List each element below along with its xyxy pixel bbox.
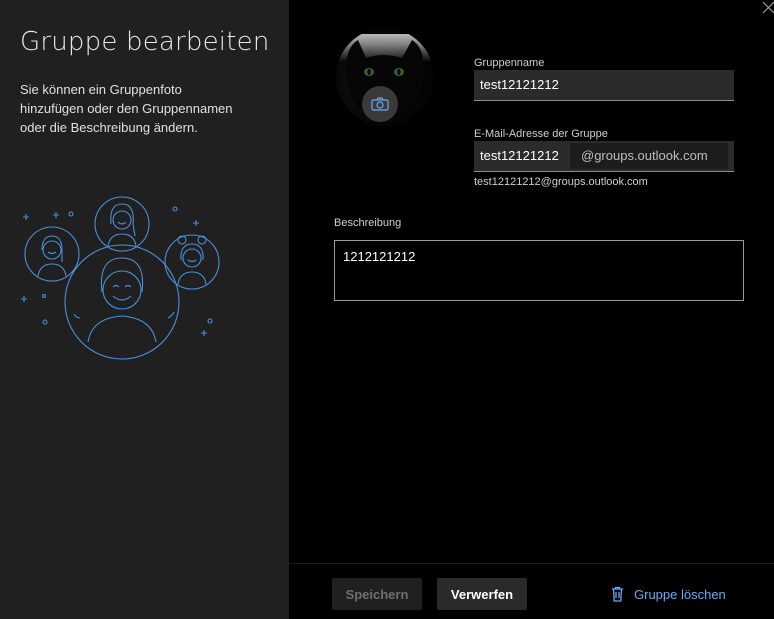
group-email-input[interactable]: test12121212 [480, 148, 559, 163]
dialog-title: Gruppe bearbeiten [20, 27, 270, 57]
group-name-label: Gruppenname [474, 57, 545, 69]
dialog-description: Sie können ein Gruppenfoto hinzufügen od… [20, 82, 233, 135]
delete-group-label: Gruppe löschen [634, 586, 726, 602]
group-name-input[interactable]: test12121212 [474, 70, 734, 101]
description-label: Beschreibung [334, 217, 402, 229]
camera-icon [371, 97, 389, 111]
save-button[interactable]: Speichern [332, 578, 422, 610]
discard-button[interactable]: Verwerfen [437, 578, 527, 610]
delete-group-button[interactable]: Gruppe löschen [611, 584, 726, 604]
description-textarea[interactable]: 1212121212 [334, 240, 744, 301]
trash-icon [611, 586, 624, 602]
edit-form-panel: Gruppenname test12121212 E-Mail-Adresse … [289, 0, 774, 619]
group-photo [334, 26, 436, 128]
close-icon [762, 1, 774, 14]
group-email-domain: @groups.outlook.com [570, 143, 728, 169]
group-people-illustration-icon [21, 196, 220, 360]
group-email-label: E-Mail-Adresse der Gruppe [474, 128, 608, 140]
change-photo-button[interactable] [362, 86, 398, 122]
left-info-panel: Gruppe bearbeiten Sie können ein Gruppen… [0, 0, 289, 619]
group-email-preview: test12121212@groups.outlook.com [474, 176, 648, 188]
footer-divider [289, 563, 774, 564]
group-email-field: test12121212 @groups.outlook.com [474, 141, 734, 172]
close-button[interactable] [758, 0, 774, 18]
